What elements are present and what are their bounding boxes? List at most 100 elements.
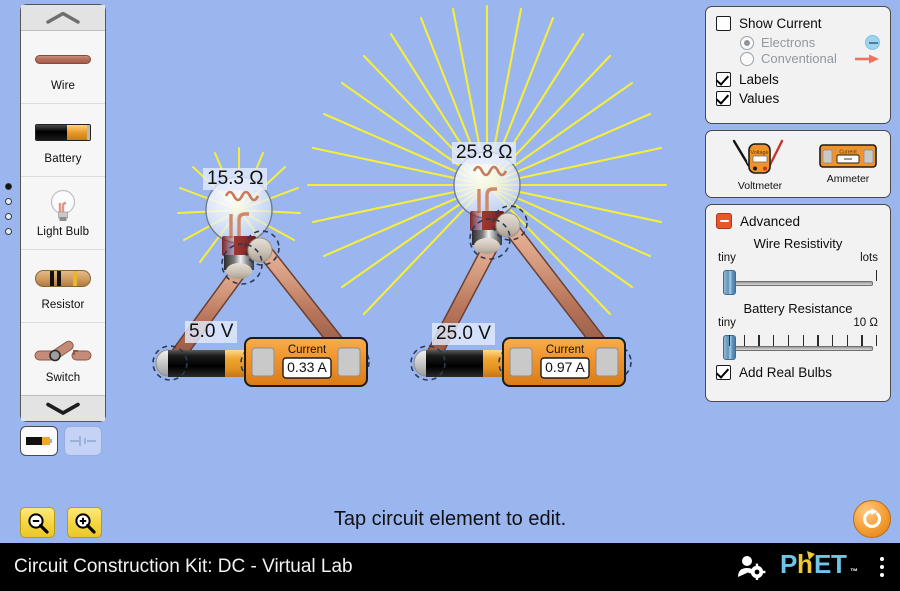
- slider-track: [725, 281, 873, 286]
- view-type-radio-group[interactable]: [20, 426, 102, 456]
- switch-icon: [34, 335, 92, 369]
- slider-tick: [773, 335, 775, 346]
- footer-bar: Circuit Construction Kit: DC - Virtual L…: [0, 543, 900, 591]
- light-bulb[interactable]: [205, 176, 280, 285]
- slider-tick: [817, 335, 819, 346]
- checkbox-box: [716, 91, 731, 106]
- svg-text:™: ™: [850, 567, 858, 576]
- slider-tick: [743, 335, 746, 346]
- battery-resistance-title: Battery Resistance: [743, 301, 853, 316]
- toolbox-item-label: Battery: [44, 152, 82, 165]
- carousel-scroll-up-button[interactable]: [21, 5, 105, 31]
- current-type-electrons[interactable]: Electrons: [740, 35, 880, 50]
- lifelike-battery-icon: [26, 437, 52, 445]
- wire-resistivity-slider[interactable]: [719, 264, 878, 295]
- slider-thumb[interactable]: [723, 270, 736, 295]
- bulb-resistance-label-left: 15.3 Ω: [203, 168, 268, 190]
- sim-title: Circuit Construction Kit: DC - Virtual L…: [14, 556, 353, 577]
- circuit-element-toolbox: Wire Battery Light Bulb Resistor Switch: [20, 4, 106, 422]
- radio-button: [740, 51, 754, 66]
- advanced-header[interactable]: Advanced: [716, 213, 880, 229]
- slider-tick: [876, 335, 878, 346]
- voltmeter-label: Voltmeter: [737, 180, 783, 192]
- toolbox-item-label: Light Bulb: [36, 225, 90, 238]
- slider-track: [725, 346, 873, 351]
- light-bulb[interactable]: [453, 151, 528, 260]
- slider-tick: [876, 270, 878, 281]
- ammeter-tool[interactable]: Current Ammeter: [818, 142, 878, 185]
- ammeter-icon: Current: [819, 144, 877, 168]
- toolbox-item-label: Wire: [50, 79, 76, 92]
- right-circuit[interactable]: [410, 151, 632, 387]
- reset-all-icon: [863, 508, 881, 528]
- toolbox-item-label: Switch: [45, 371, 81, 384]
- hint-text: Tap circuit element to edit.: [333, 508, 567, 530]
- page-dot-2[interactable]: [5, 198, 12, 205]
- battery-icon: [35, 116, 91, 150]
- slider-tick: [729, 335, 731, 346]
- battery-resistance-max-label: 10 Ω: [853, 317, 878, 329]
- wire-resistivity-min-label: tiny: [718, 252, 736, 264]
- svg-text:T: T: [831, 549, 847, 579]
- arrow-right-icon: [855, 54, 879, 63]
- slider-tick: [787, 335, 790, 346]
- bulb-resistance-label-right: 25.8 Ω: [452, 142, 517, 164]
- toolbox-item-switch[interactable]: Switch: [21, 323, 105, 395]
- slider-tick: [758, 335, 760, 346]
- chevron-up-icon: [46, 11, 80, 24]
- labels-label: Labels: [739, 72, 779, 87]
- left-circuit[interactable]: [152, 176, 370, 387]
- collapse-icon[interactable]: [716, 213, 732, 229]
- ammeter-label: Ammeter: [826, 173, 870, 185]
- light-rays-left: [177, 147, 301, 263]
- current-type-conventional[interactable]: Conventional: [740, 51, 880, 66]
- svg-text:Voltage: Voltage: [751, 150, 769, 156]
- page-dot-1[interactable]: [5, 183, 12, 190]
- ammeter-value-right: 0.97 A: [545, 359, 585, 375]
- toolbox-item-wire[interactable]: Wire: [21, 31, 105, 104]
- meters-panel: Voltage Voltmeter Current Ammeter: [705, 130, 891, 198]
- slider-tick: [831, 335, 834, 346]
- battery[interactable]: [152, 345, 276, 381]
- toolbox-item-label: Resistor: [41, 298, 85, 311]
- page-dot-4[interactable]: [5, 228, 12, 235]
- schematic-battery-icon: [70, 436, 96, 446]
- voltmeter-icon: Voltage: [732, 139, 784, 174]
- labels-checkbox[interactable]: Labels: [716, 72, 880, 87]
- page-dot-3[interactable]: [5, 213, 12, 220]
- carousel-page-dots[interactable]: [5, 183, 12, 235]
- ammeter-value-left: 0.33 A: [287, 359, 327, 375]
- slider-tick: [861, 335, 863, 346]
- show-current-checkbox[interactable]: Show Current: [716, 16, 880, 31]
- carousel-scroll-down-button[interactable]: [21, 395, 105, 421]
- phet-logo[interactable]: P h E T ™: [780, 549, 864, 586]
- kebab-menu-icon[interactable]: [878, 555, 887, 580]
- toolbox-item-resistor[interactable]: Resistor: [21, 250, 105, 323]
- add-real-bulbs-checkbox[interactable]: Add Real Bulbs: [716, 365, 880, 380]
- chevron-down-icon: [46, 402, 80, 415]
- toolbox-item-light-bulb[interactable]: Light Bulb: [21, 177, 105, 250]
- user-preferences-icon[interactable]: [736, 554, 766, 580]
- battery[interactable]: [410, 345, 534, 381]
- schematic-view-button[interactable]: [64, 426, 102, 456]
- toolbox-item-battery[interactable]: Battery: [21, 104, 105, 177]
- electrons-label: Electrons: [761, 35, 816, 50]
- ammeter-title-left: Current: [287, 344, 327, 356]
- wire-icon: [35, 43, 91, 77]
- display-options-panel: Show Current Electrons Conventional Labe…: [705, 6, 891, 124]
- svg-text:E: E: [814, 549, 831, 579]
- advanced-title: Advanced: [740, 213, 801, 229]
- voltmeter-tool[interactable]: Voltage Voltmeter: [724, 135, 796, 192]
- battery-resistance-min-label: tiny: [718, 317, 736, 329]
- slider-tick: [802, 335, 804, 346]
- simulation-stage: 15.3 Ω 5.0 V Current 0.33 A 25.8 Ω 25.0 …: [0, 0, 900, 591]
- values-label: Values: [739, 91, 780, 106]
- values-checkbox[interactable]: Values: [716, 91, 880, 106]
- reset-all-button[interactable]: [853, 500, 891, 538]
- lifelike-view-button[interactable]: [20, 426, 58, 456]
- wire-resistivity-max-label: lots: [860, 252, 878, 264]
- battery-voltage-label-left: 5.0 V: [185, 321, 238, 343]
- battery-resistance-slider[interactable]: [719, 329, 878, 360]
- show-current-label: Show Current: [739, 16, 822, 31]
- add-real-bulbs-label: Add Real Bulbs: [739, 365, 833, 380]
